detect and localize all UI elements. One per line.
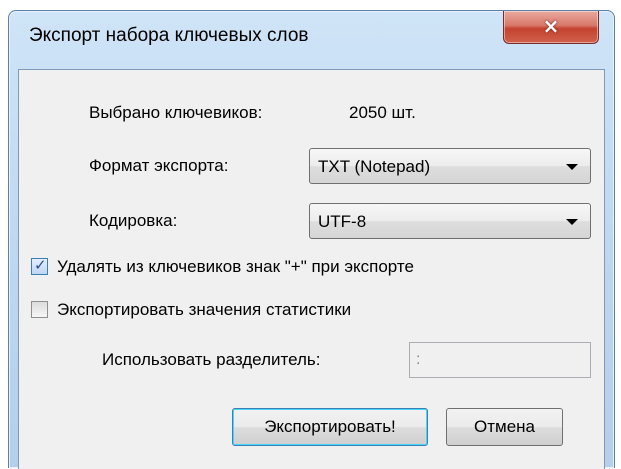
remove-plus-checkbox[interactable]: ✓	[31, 256, 48, 275]
checkmark-icon: ✓	[34, 256, 47, 274]
close-icon: ×	[542, 14, 560, 38]
export-stats-label[interactable]: Экспортировать значения статистики	[57, 300, 351, 320]
export-button[interactable]: Экспортировать!	[232, 408, 428, 446]
encoding-select[interactable]: UTF-8	[309, 203, 591, 239]
export-stats-checkbox[interactable]	[31, 301, 48, 318]
dialog-content: Выбрано ключевиков: 2050 шт. Формат эксп…	[18, 69, 605, 469]
separator-label: Использовать разделитель:	[102, 350, 321, 369]
title-bar[interactable]: Экспорт набора ключевых слов ×	[9, 11, 614, 69]
encoding-value: UTF-8	[318, 212, 367, 231]
export-format-value: TXT (Notepad)	[318, 157, 431, 176]
encoding-label: Кодировка:	[89, 211, 178, 230]
dialog-window: Экспорт набора ключевых слов × Выбрано к…	[8, 10, 615, 469]
chevron-down-icon	[566, 164, 578, 170]
window-title: Экспорт набора ключевых слов	[29, 25, 309, 46]
export-format-label: Формат экспорта:	[89, 156, 229, 175]
remove-plus-label[interactable]: Удалять из ключевиков знак "+" при экспо…	[57, 257, 414, 277]
chevron-down-icon	[566, 219, 578, 225]
selected-count-value: 2050 шт.	[349, 103, 416, 122]
separator-input[interactable]	[409, 342, 591, 378]
selected-count-label: Выбрано ключевиков:	[89, 103, 263, 122]
close-button[interactable]: ×	[503, 11, 599, 44]
export-format-select[interactable]: TXT (Notepad)	[309, 148, 591, 184]
cancel-button[interactable]: Отмена	[446, 408, 563, 446]
